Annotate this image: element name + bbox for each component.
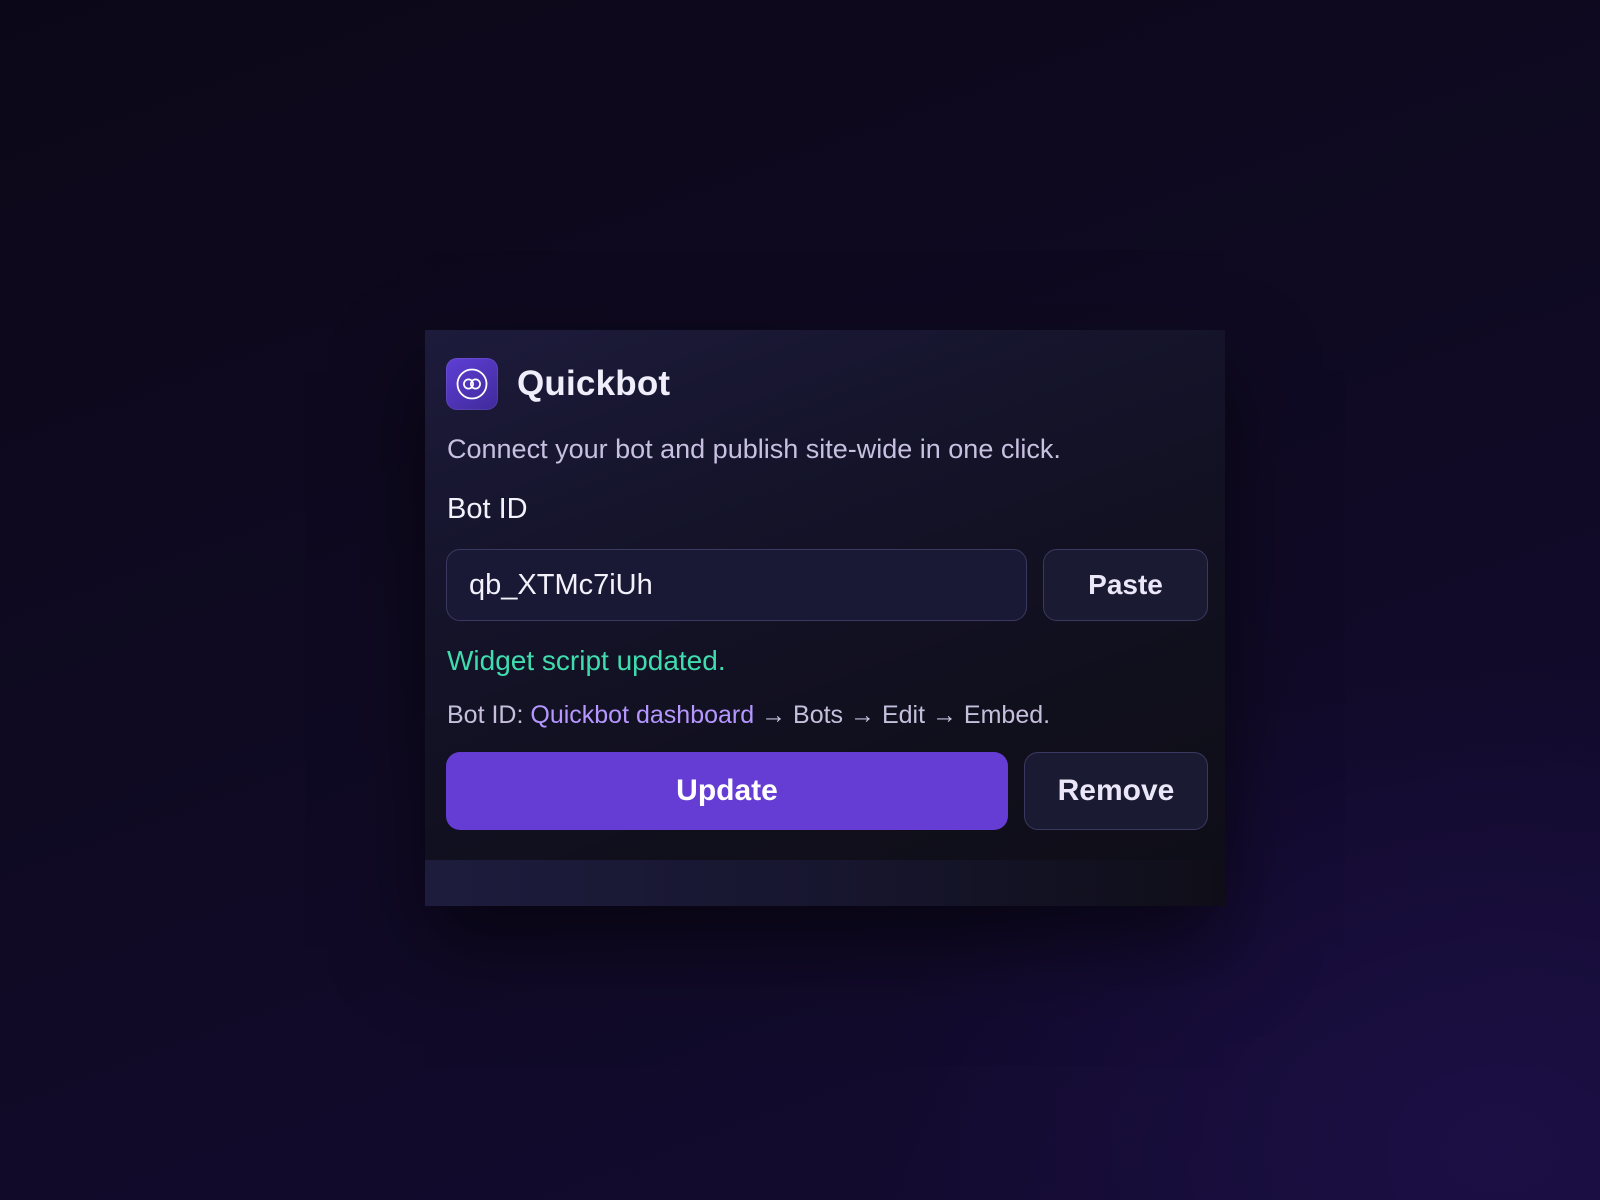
- help-prefix: Bot ID:: [447, 701, 531, 729]
- app-title: Quickbot: [517, 364, 671, 403]
- bot-id-input[interactable]: [446, 549, 1027, 621]
- quickbot-logo-icon: [446, 358, 498, 410]
- app-subtitle: Connect your bot and publish site-wide i…: [447, 434, 1061, 464]
- remove-button[interactable]: Remove: [1024, 752, 1208, 830]
- paste-button[interactable]: Paste: [1043, 549, 1208, 621]
- help-text: Bot ID: Quickbot dashboard → Bots → Edit…: [447, 701, 1050, 730]
- extension-popup: Quickbot Connect your bot and publish si…: [425, 330, 1225, 906]
- dashboard-link[interactable]: Quickbot dashboard: [530, 701, 754, 729]
- status-message: Widget script updated.: [447, 645, 726, 676]
- popup-footer: [425, 860, 1225, 906]
- help-suffix: → Bots → Edit → Embed.: [754, 701, 1051, 729]
- popup-header: Quickbot: [446, 358, 670, 410]
- update-button[interactable]: Update: [446, 752, 1008, 830]
- bot-id-label: Bot ID: [447, 493, 528, 525]
